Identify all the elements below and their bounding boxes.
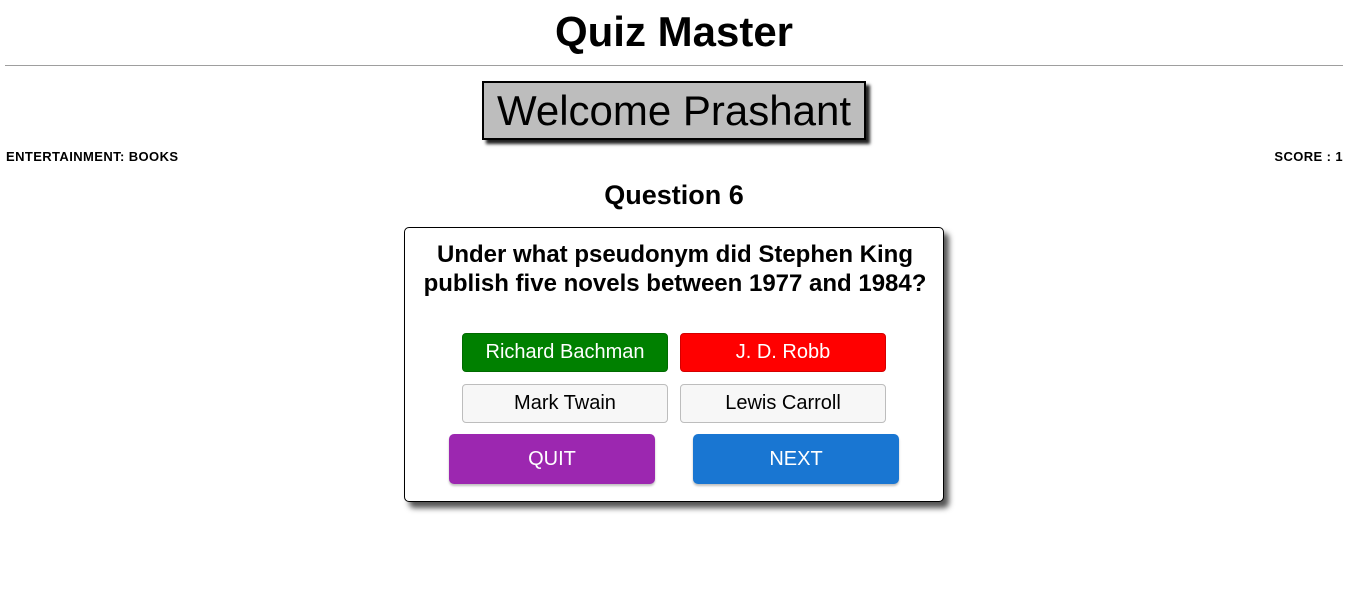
next-button[interactable]: NEXT bbox=[693, 434, 899, 484]
answer-option-4[interactable]: Lewis Carroll bbox=[680, 384, 886, 423]
question-number: Question 6 bbox=[604, 180, 744, 210]
answer-option-3[interactable]: Mark Twain bbox=[462, 384, 668, 423]
answer-option-2[interactable]: J. D. Robb bbox=[680, 333, 886, 372]
category-label: ENTERTAINMENT: BOOKS bbox=[6, 149, 179, 164]
question-card: Under what pseudonym did Stephen King pu… bbox=[404, 227, 944, 502]
score-label: SCORE : 1 bbox=[1274, 149, 1343, 164]
app-title: Quiz Master bbox=[554, 8, 794, 55]
header-divider bbox=[5, 65, 1343, 66]
quit-button[interactable]: QUIT bbox=[449, 434, 655, 484]
question-text: Under what pseudonym did Stephen King pu… bbox=[423, 241, 927, 297]
answer-option-1[interactable]: Richard Bachman bbox=[462, 333, 668, 372]
welcome-banner: Welcome Prashant bbox=[482, 81, 866, 140]
